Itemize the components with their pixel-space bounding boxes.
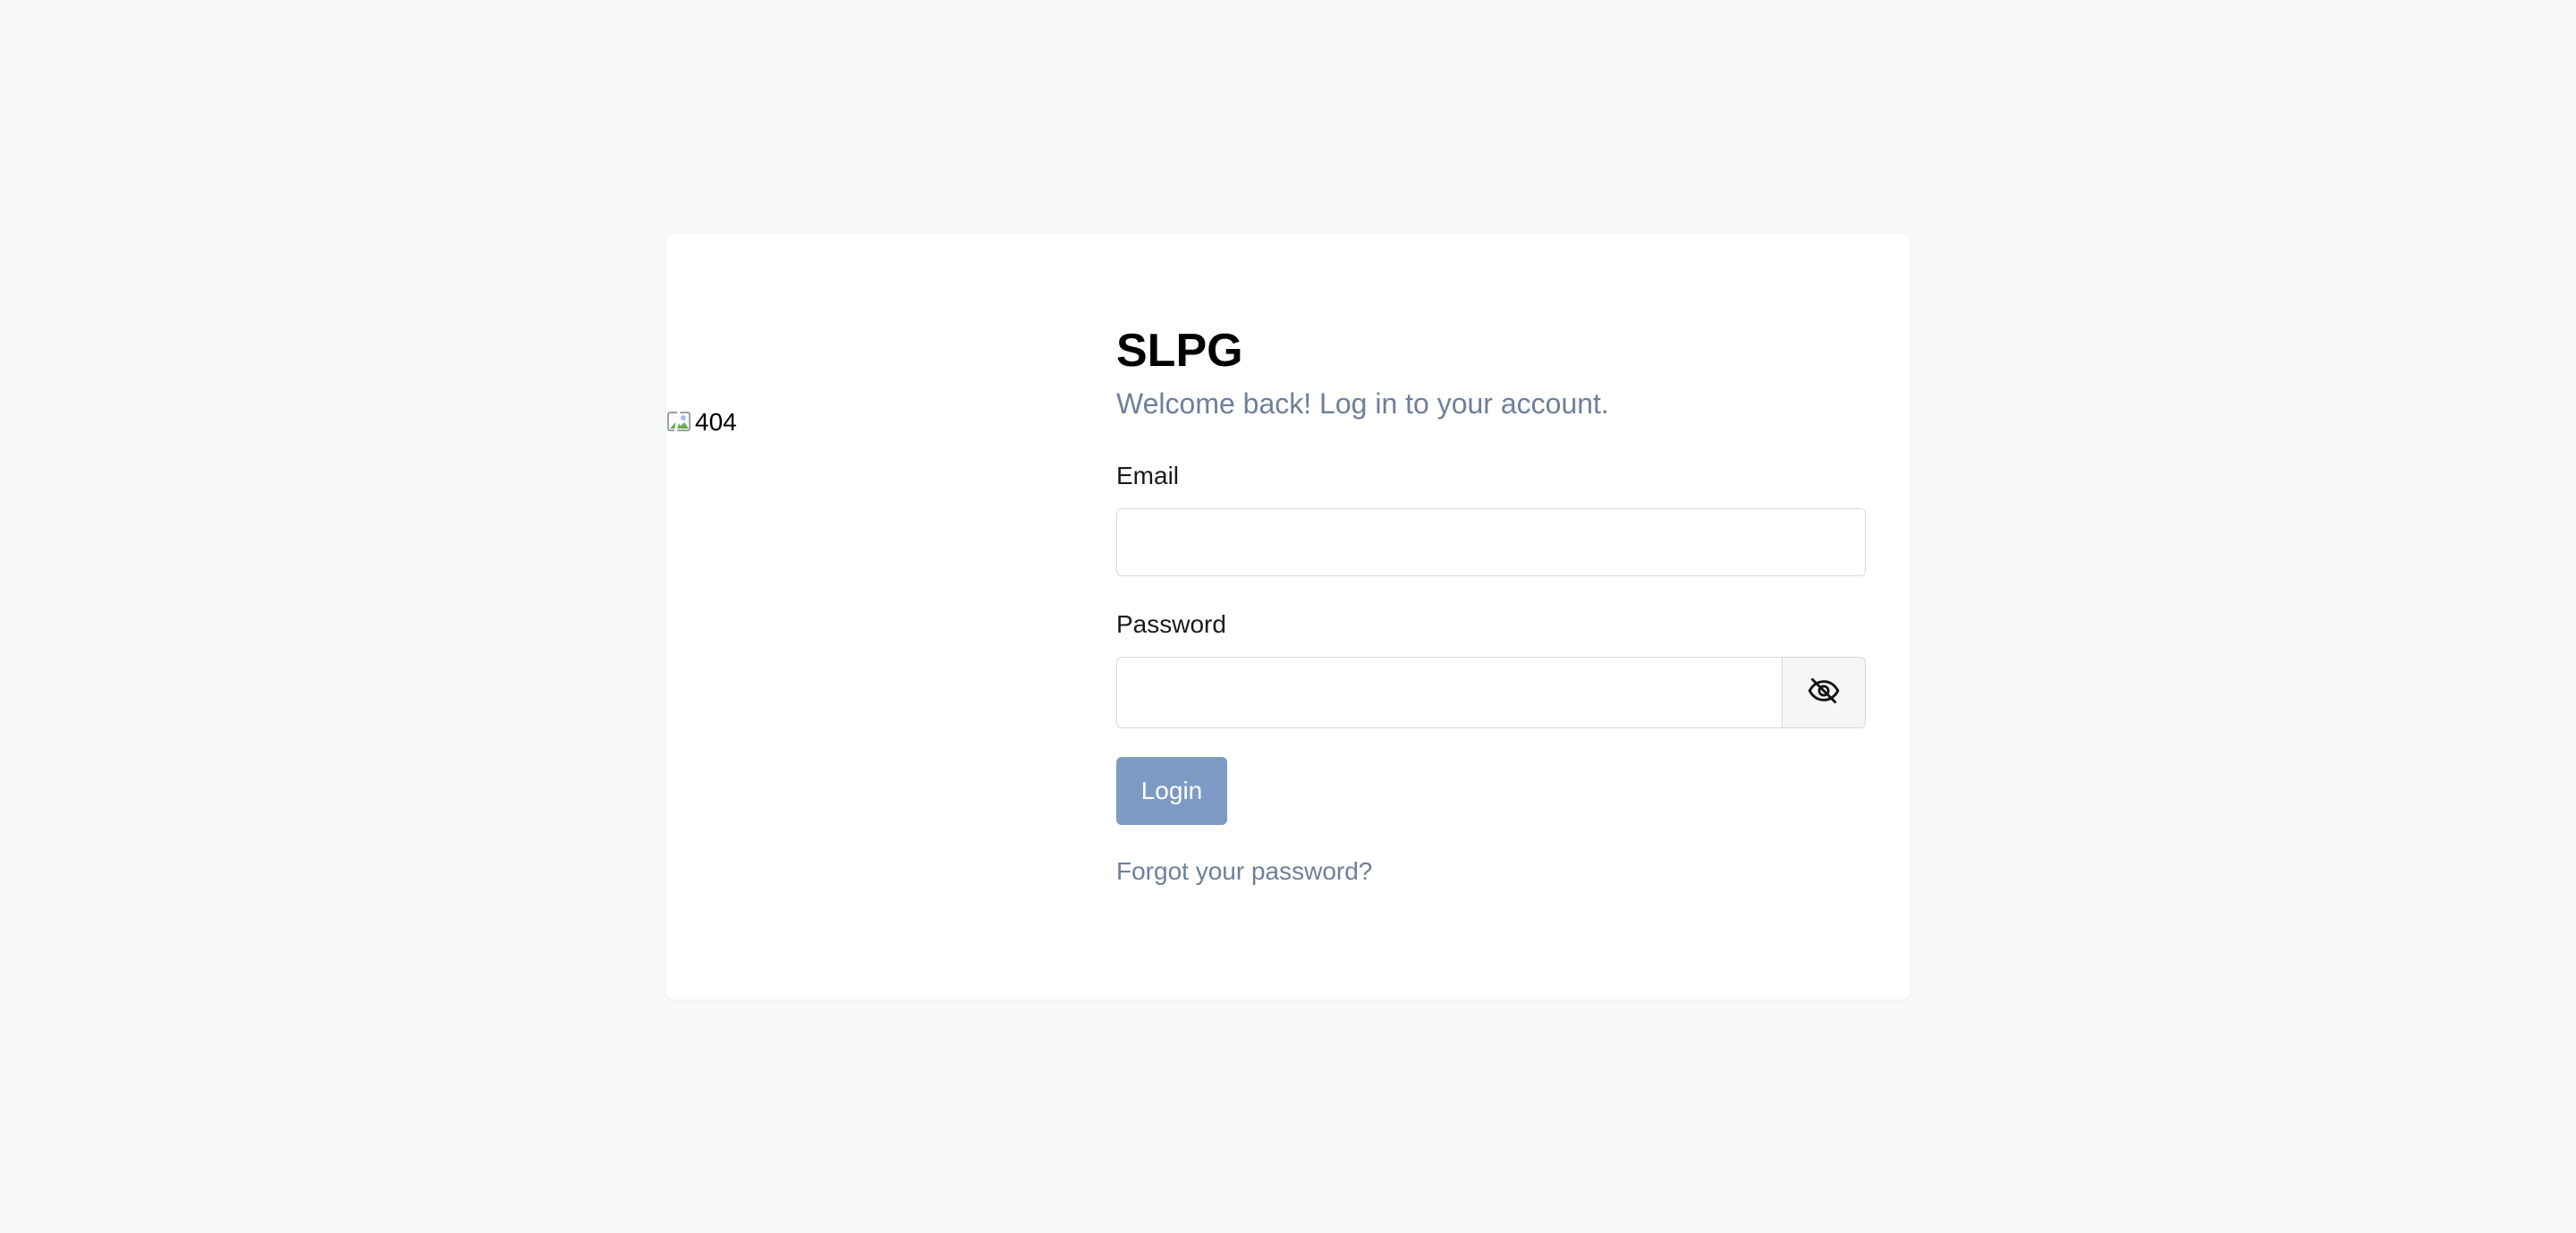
email-field[interactable] xyxy=(1116,508,1866,577)
eye-off-icon xyxy=(1807,674,1841,712)
email-label: Email xyxy=(1116,462,1180,490)
login-button[interactable]: Login xyxy=(1116,757,1227,826)
forgot-password-link[interactable]: Forgot your password? xyxy=(1116,857,1866,886)
password-field[interactable] xyxy=(1116,657,1783,729)
login-form: SLPG Welcome back! Log in to your accoun… xyxy=(1116,323,1866,886)
login-subtitle: Welcome back! Log in to your account. xyxy=(1116,387,1609,421)
hero-image-alt: 404 xyxy=(695,408,737,436)
toggle-password-button[interactable] xyxy=(1783,657,1866,729)
hero-image: 404 xyxy=(666,405,737,439)
password-group xyxy=(1116,657,1866,729)
broken-image-icon xyxy=(666,409,693,436)
password-label: Password xyxy=(1116,610,1226,639)
login-card: 404 SLPG Welcome back! Log in to your ac… xyxy=(666,234,1910,999)
brand-title: SLPG xyxy=(1116,325,1243,377)
